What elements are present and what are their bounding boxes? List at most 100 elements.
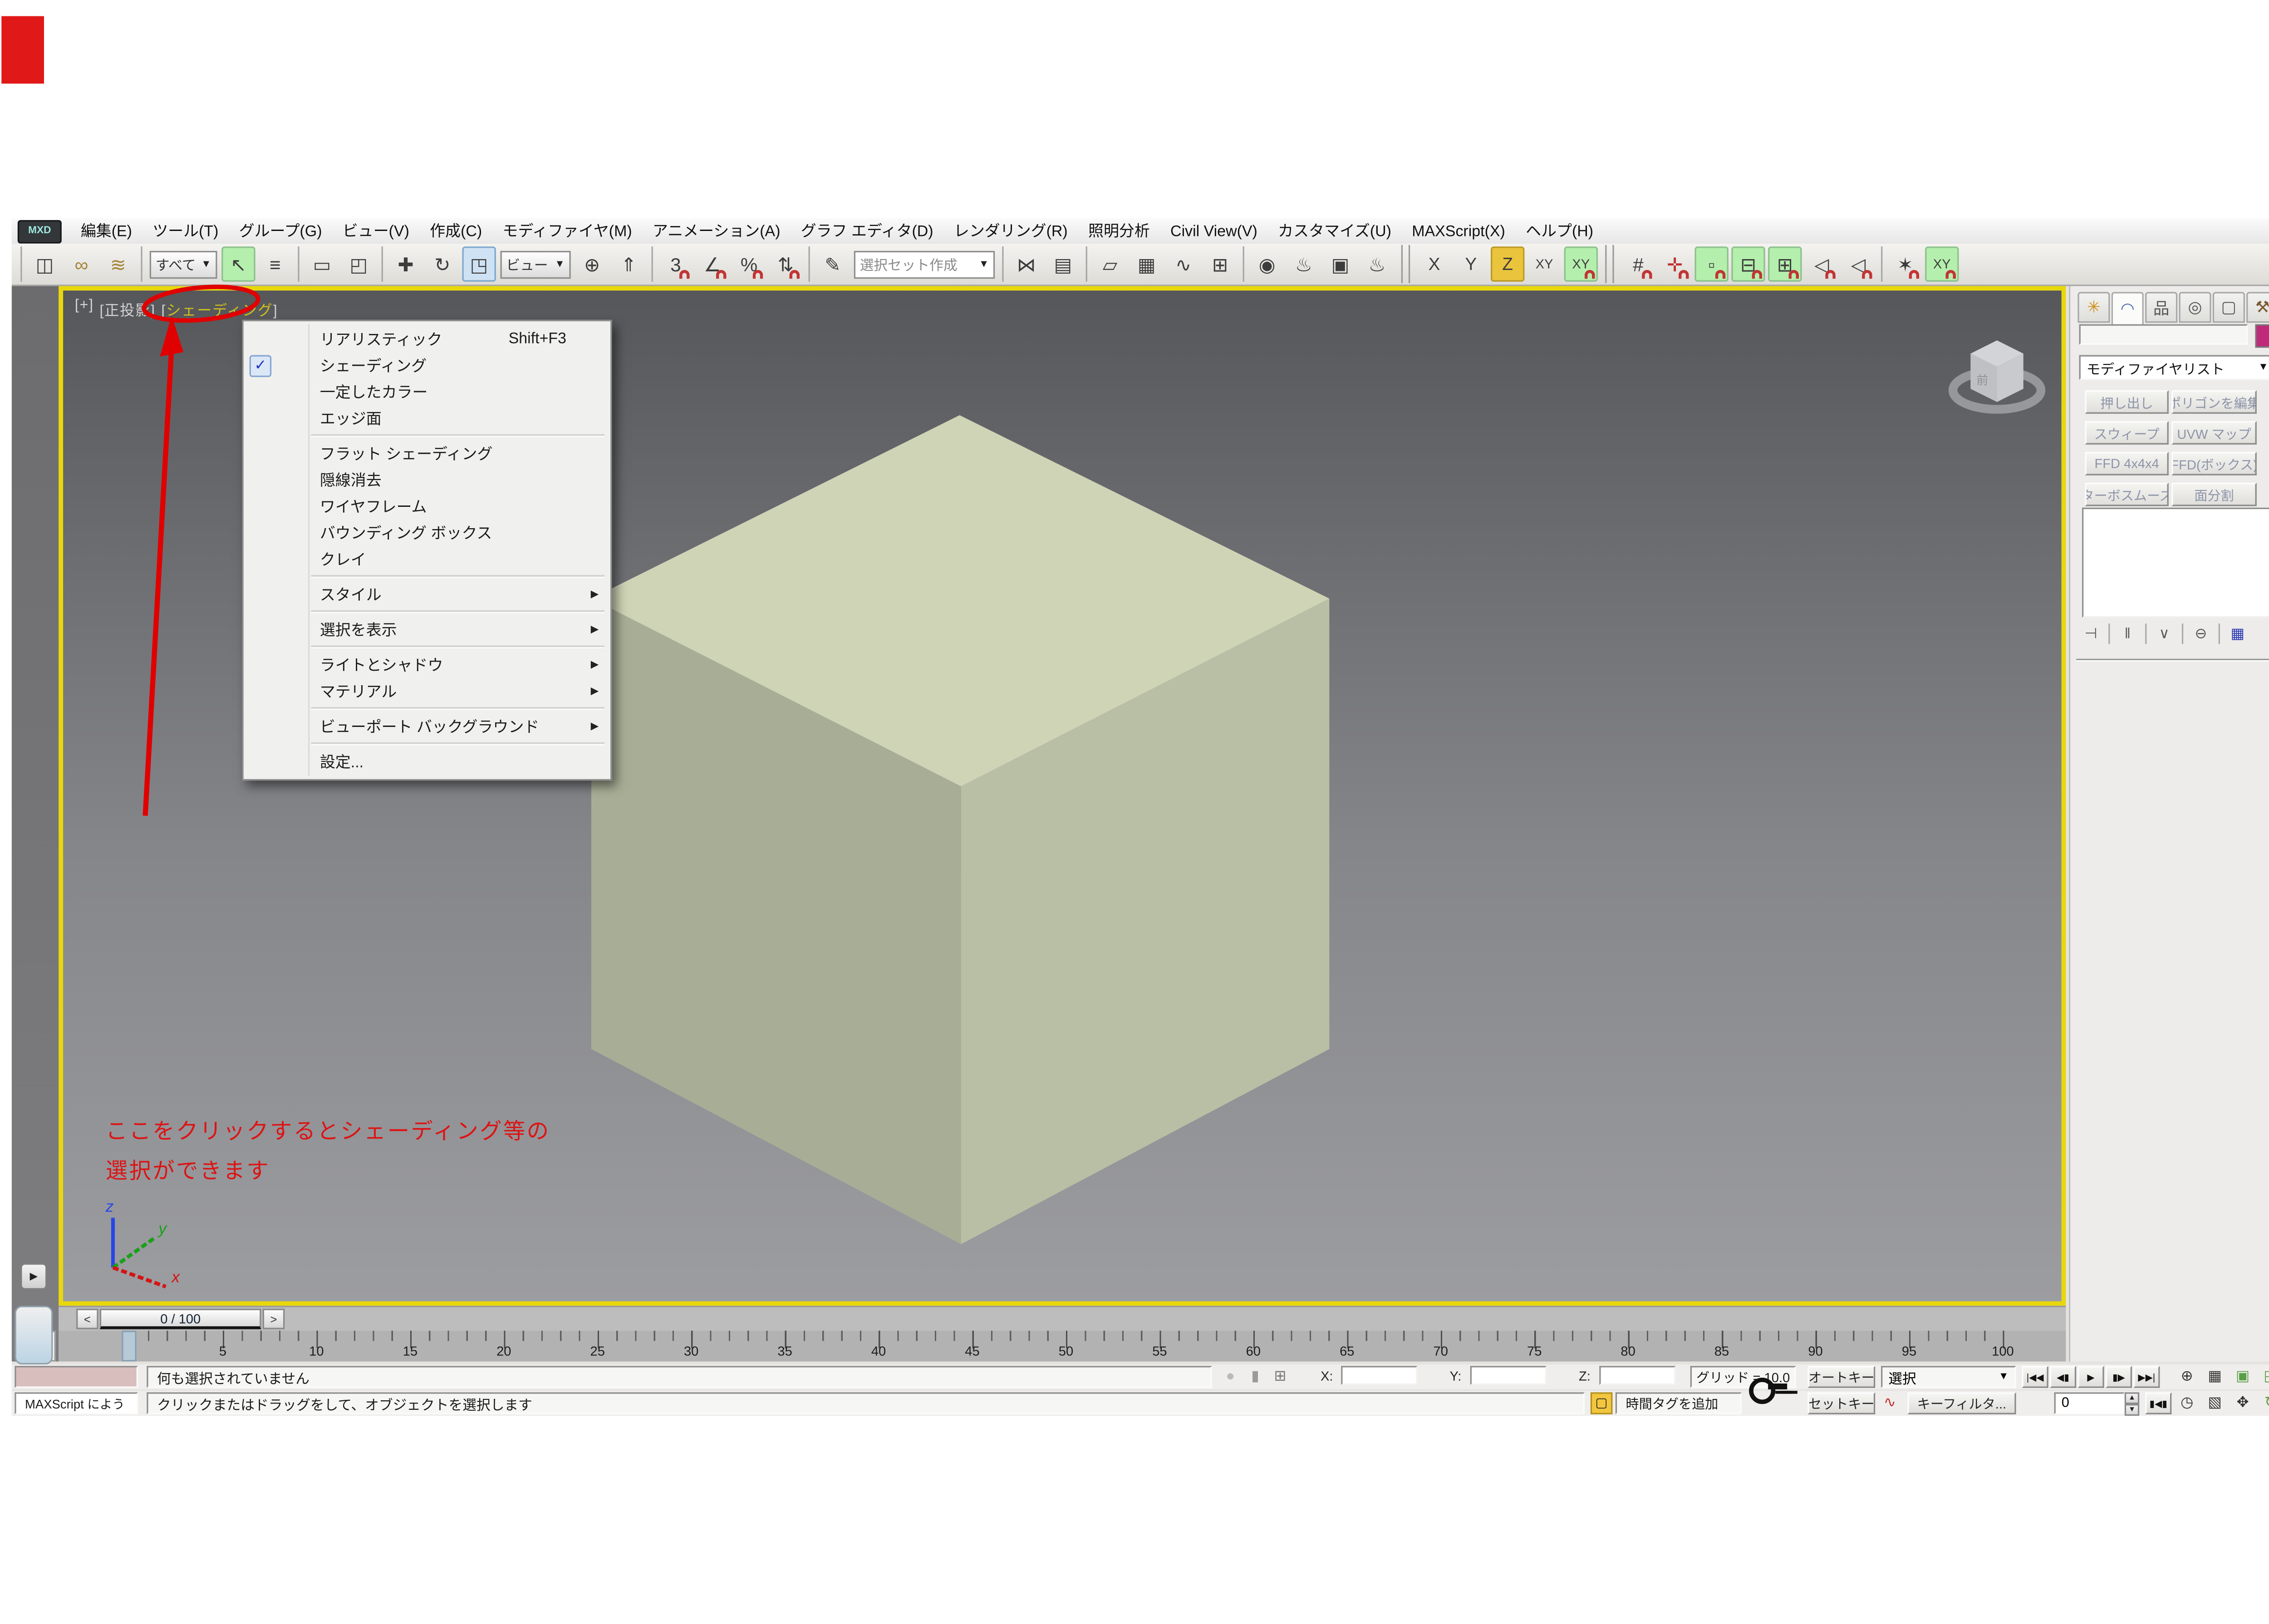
y-coordinate-field[interactable] <box>1470 1366 1547 1385</box>
pan-hand-icon[interactable]: ✥ <box>2230 1392 2255 1414</box>
mirror-icon[interactable]: ⋈ <box>1010 246 1043 282</box>
select-by-name-icon[interactable]: ≡ <box>258 246 292 282</box>
absolute-offset-icon[interactable]: ⊞ <box>1268 1366 1293 1388</box>
remove-modifier-icon[interactable]: ⊖ <box>2189 623 2213 645</box>
edge-snap-icon[interactable]: ⊟ <box>1731 246 1765 282</box>
tab-display[interactable]: ▢ <box>2213 292 2245 323</box>
track-bar[interactable]: ∿⇅ 0510152025303540455055606570758085909… <box>59 1331 2066 1362</box>
maxscript-label-box[interactable]: MAXScript によう <box>15 1392 138 1414</box>
constraint-xy-button[interactable]: XY <box>1527 246 1561 282</box>
snap-toggle-3d-icon[interactable]: 3 <box>659 246 692 282</box>
zoom-region-icon[interactable]: ▧ <box>2202 1392 2227 1414</box>
align-icon[interactable]: ▤ <box>1046 246 1080 282</box>
use-pivot-point-icon[interactable]: ⊕ <box>575 246 609 282</box>
context-menu-item-20[interactable]: 設定... <box>244 748 610 775</box>
tab-modify[interactable]: ◠ <box>2112 292 2144 325</box>
face-center-snap-icon[interactable]: ◁ <box>1842 246 1875 282</box>
time-slider-track[interactable]: < 0 / 100 > <box>59 1306 2066 1331</box>
reference-coordinate-dropdown[interactable]: ビュー▼ <box>501 250 571 278</box>
context-menu-item-6[interactable]: 隠線消去 <box>244 466 610 493</box>
next-frame-arrow[interactable]: > <box>263 1309 285 1329</box>
menu-item-1[interactable]: ツール(T) <box>142 219 229 243</box>
viewport-label-view[interactable]: [正投影] <box>100 298 156 319</box>
chevron-down-icon[interactable]: ▼ <box>201 259 211 270</box>
current-frame-field[interactable]: 0 <box>2054 1392 2125 1414</box>
next-frame-button[interactable]: ▮▶ <box>2106 1366 2132 1388</box>
expand-panel-button[interactable]: ▶ <box>20 1263 47 1290</box>
object-name-field[interactable] <box>2079 324 2248 345</box>
selection-set-dropdown[interactable]: 選択 ▼ <box>1881 1366 2016 1388</box>
prompt-light-icon[interactable]: ● <box>1218 1366 1243 1388</box>
modifier-preset-button[interactable]: UVW マップ <box>2171 421 2257 445</box>
modifier-preset-button[interactable]: 面分割 <box>2171 483 2257 506</box>
zoom-all-icon[interactable]: ▦ <box>2202 1366 2227 1388</box>
auto-key-button[interactable]: オートキー <box>1807 1366 1875 1388</box>
constraint-y-button[interactable]: Y <box>1454 246 1488 282</box>
orbit-icon[interactable]: ↻ <box>2258 1392 2269 1414</box>
xy-axis-snap-icon[interactable]: XY <box>1925 246 1959 282</box>
tab-hierarchy[interactable]: 品 <box>2145 292 2177 323</box>
menu-item-9[interactable]: 照明分析 <box>1078 219 1160 243</box>
frozen-snap-icon[interactable]: ✶ <box>1888 246 1922 282</box>
modifier-list-dropdown[interactable]: モディファイヤリスト ▼ <box>2079 355 2269 380</box>
window-crossing-icon[interactable]: ◰ <box>342 246 375 282</box>
curve-editor-icon[interactable]: ∿ <box>1166 246 1200 282</box>
spinner-up-icon[interactable]: ▲ <box>2125 1392 2139 1404</box>
modifier-stack-list[interactable] <box>2082 508 2269 618</box>
schematic-view-icon[interactable]: ⊞ <box>1203 246 1237 282</box>
context-menu-item-18[interactable]: ビューポート バックグラウンド▶ <box>244 713 610 739</box>
menu-item-13[interactable]: ヘルプ(H) <box>1515 219 1603 243</box>
modifier-preset-button[interactable]: ターボスムーズ <box>2085 483 2169 506</box>
previous-frame-arrow[interactable]: < <box>76 1309 98 1329</box>
zoom-extents-icon[interactable]: ▣ <box>2230 1366 2255 1388</box>
shading-label[interactable]: シェーディング <box>166 304 273 320</box>
new-key-filter-icon[interactable]: ∿ <box>1878 1392 1902 1414</box>
pin-stack-icon[interactable]: ⊣ <box>2079 623 2103 645</box>
modifier-preset-button[interactable]: FFD(ボックス) <box>2171 452 2257 476</box>
spinner-down-icon[interactable]: ▼ <box>2125 1404 2139 1416</box>
percent-snap-icon[interactable]: % <box>732 246 766 282</box>
maxscript-mini-listener[interactable] <box>15 1366 138 1388</box>
play-button[interactable]: ▶ <box>2077 1366 2104 1388</box>
select-and-scale-icon[interactable]: ◳ <box>462 246 496 282</box>
make-unique-icon[interactable]: ∨ <box>2152 623 2176 645</box>
bind-to-space-warp-icon[interactable]: ≋ <box>101 246 135 282</box>
menu-item-11[interactable]: カスタマイズ(U) <box>1268 219 1402 243</box>
select-and-link-icon[interactable]: ◫ <box>28 246 61 282</box>
select-and-manipulate-icon[interactable]: ⇑ <box>612 246 645 282</box>
context-menu-item-7[interactable]: ワイヤフレーム <box>244 493 610 519</box>
material-editor-icon[interactable]: ◉ <box>1250 246 1284 282</box>
face-snap-icon[interactable]: ◁ <box>1805 246 1838 282</box>
viewport[interactable]: [+] [正投影] [シェーディング] リアリスティックShift+F3✓シェー… <box>59 286 2066 1305</box>
rectangular-selection-icon[interactable]: ▭ <box>305 246 339 282</box>
constraint-z-button[interactable]: Z <box>1491 246 1524 282</box>
time-config-icon[interactable]: ◷ <box>2175 1392 2200 1414</box>
context-menu-item-16[interactable]: マテリアル▶ <box>244 678 610 704</box>
modifier-preset-button[interactable]: FFD 4x4x4 <box>2085 452 2169 476</box>
viewcube[interactable]: 前 <box>1944 329 2050 425</box>
pivot-snap-icon[interactable]: ✛ <box>1658 246 1692 282</box>
zoom-extents-all-icon[interactable]: ◱ <box>2258 1366 2269 1388</box>
modifier-preset-button[interactable]: ポリゴンを編集 <box>2171 390 2257 414</box>
context-menu-item-0[interactable]: リアリスティックShift+F3 <box>244 326 610 352</box>
current-frame-indicator[interactable] <box>122 1331 136 1362</box>
menu-item-6[interactable]: アニメーション(A) <box>642 219 791 243</box>
object-color-swatch[interactable] <box>2255 324 2269 348</box>
context-menu-item-5[interactable]: フラット シェーディング <box>244 440 610 466</box>
context-menu-item-15[interactable]: ライトとシャドウ▶ <box>244 652 610 678</box>
time-tag-icon[interactable]: ▢ <box>1591 1392 1612 1414</box>
context-menu-item-2[interactable]: 一定したカラー <box>244 378 610 405</box>
add-time-tag[interactable]: 時間タグを追加 <box>1616 1392 1742 1414</box>
tab-utilities[interactable]: ⚒ <box>2246 292 2269 323</box>
select-and-move-icon[interactable]: ✚ <box>389 246 422 282</box>
modifier-preset-button[interactable]: 押し出し <box>2085 390 2169 414</box>
select-and-rotate-icon[interactable]: ↻ <box>426 246 459 282</box>
chevron-down-icon[interactable]: ▼ <box>979 259 989 270</box>
chevron-down-icon[interactable]: ▼ <box>1999 1372 2009 1382</box>
menu-item-3[interactable]: ビュー(V) <box>332 219 419 243</box>
menu-item-5[interactable]: モディファイヤ(M) <box>492 219 642 243</box>
show-end-result-icon[interactable]: ‖ <box>2116 623 2139 645</box>
application-button[interactable]: MXD <box>18 219 62 243</box>
menu-item-4[interactable]: 作成(C) <box>420 219 492 243</box>
menu-item-8[interactable]: レンダリング(R) <box>943 219 1078 243</box>
